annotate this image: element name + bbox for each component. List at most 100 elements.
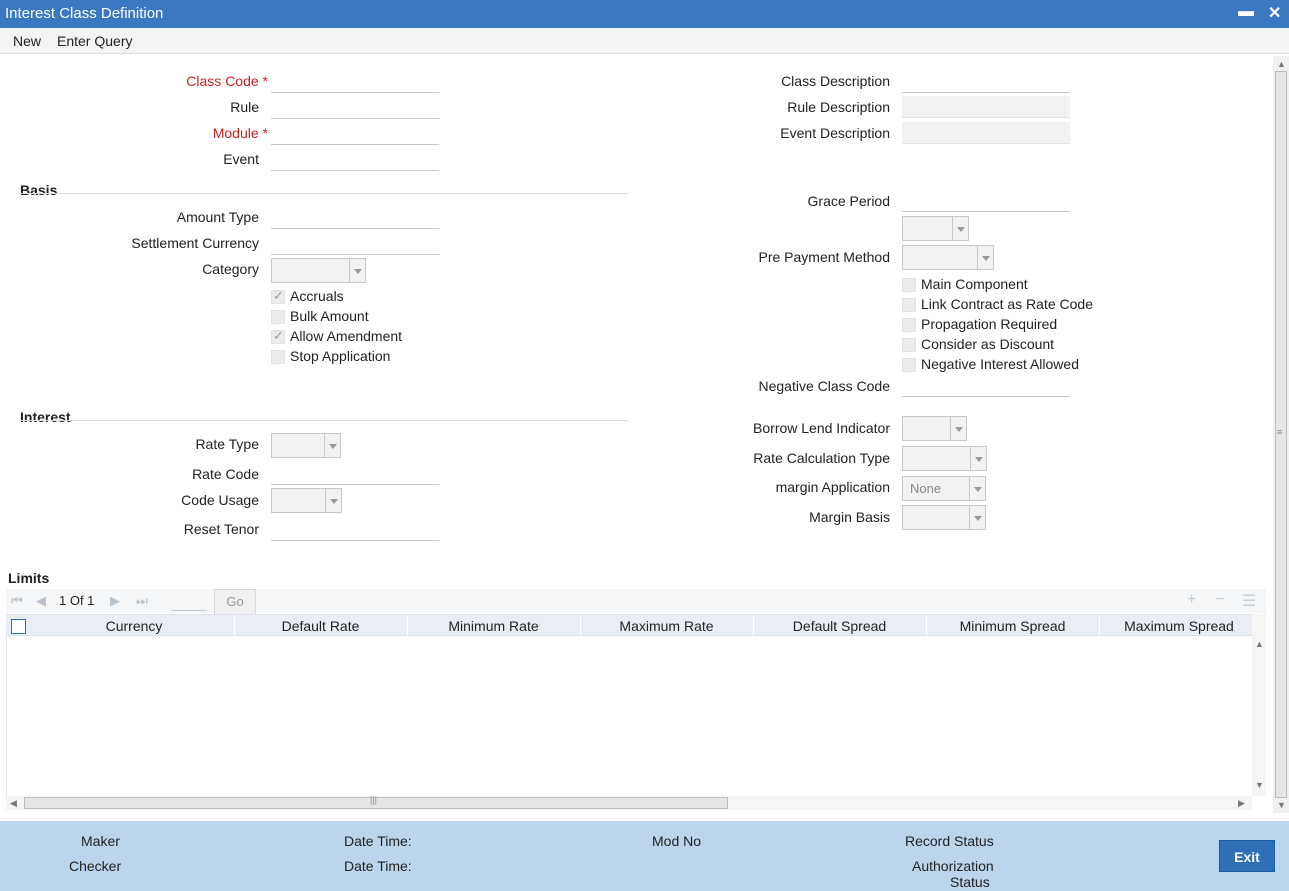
pre-payment-method-select[interactable] — [902, 245, 994, 270]
rate-type-select[interactable] — [271, 433, 341, 458]
settlement-currency-field[interactable] — [271, 233, 439, 255]
stop-application-checkbox[interactable] — [271, 350, 285, 364]
column-maximum-rate[interactable]: Maximum Rate — [580, 618, 753, 634]
horizontal-scroll-thumb[interactable]: ||| — [24, 795, 728, 809]
next-page-icon[interactable]: ▶ — [110, 593, 120, 609]
column-default-spread[interactable]: Default Spread — [753, 618, 926, 634]
previous-page-icon[interactable]: ◀ — [36, 593, 46, 609]
authorization-status-label: Status — [950, 874, 990, 890]
pre-payment-method-label: Pre Payment Method — [758, 249, 890, 265]
chevron-down-icon — [324, 434, 340, 457]
scroll-right-icon[interactable]: ▶ — [1238, 798, 1245, 809]
rate-code-field[interactable] — [271, 463, 439, 485]
column-minimum-spread[interactable]: Minimum Spread — [926, 618, 1099, 634]
chevron-down-icon — [952, 217, 968, 240]
rule-field[interactable] — [271, 97, 439, 119]
close-icon[interactable]: ✕ — [1268, 3, 1281, 23]
grid-vertical-scrollbar[interactable]: ▲ ▼ — [1252, 614, 1266, 796]
page-vertical-scrollbar[interactable]: ▲ ≡ ▼ — [1273, 56, 1289, 813]
menu-new[interactable]: New — [13, 33, 41, 49]
rule-description-field — [902, 96, 1070, 118]
class-description-label: Class Description — [781, 73, 890, 89]
limits-grid-body — [6, 636, 1252, 796]
borrow-lend-indicator-label: Borrow Lend Indicator — [753, 420, 890, 436]
chevron-down-icon — [349, 259, 365, 282]
grace-period-field[interactable] — [902, 190, 1070, 212]
view-row-icon[interactable]: ☰ — [1242, 591, 1256, 611]
consider-as-discount-checkbox[interactable] — [902, 338, 916, 352]
column-currency[interactable]: Currency — [34, 618, 234, 634]
grid-horizontal-scrollbar[interactable]: ◀ ||| ▶ — [6, 795, 1252, 810]
go-button[interactable]: Go — [214, 589, 256, 615]
mod-no-label: Mod No — [652, 833, 702, 849]
column-default-rate[interactable]: Default Rate — [234, 618, 407, 634]
window-title: Interest Class Definition — [5, 5, 164, 22]
menu-bar: New Enter Query — [0, 28, 1289, 54]
reset-tenor-field[interactable] — [271, 519, 439, 541]
title-bar: Interest Class Definition ▬ ✕ — [0, 0, 1289, 28]
limits-grid-toolbar: ⏮ ◀ 1 Of 1 ▶ ⏭ Go + − ☰ — [6, 589, 1266, 615]
margin-application-select[interactable]: None — [902, 476, 986, 501]
minimize-icon[interactable]: ▬ — [1238, 3, 1254, 21]
chevron-down-icon — [969, 506, 985, 529]
vertical-scroll-thumb[interactable]: ≡ — [1275, 71, 1287, 798]
class-code-field[interactable] — [271, 71, 439, 93]
rule-description-label: Rule Description — [787, 99, 890, 115]
rate-code-label: Rate Code — [192, 466, 259, 482]
margin-application-value: None — [910, 481, 942, 496]
scroll-up-icon[interactable]: ▲ — [1277, 59, 1286, 69]
add-row-icon[interactable]: + — [1187, 591, 1196, 609]
module-label: Module * — [212, 125, 268, 141]
maker-date-time-label: Date Time: — [344, 833, 412, 849]
grip-icon: ≡ — [1277, 427, 1283, 437]
rate-type-label: Rate Type — [195, 436, 259, 452]
exit-button[interactable]: Exit — [1219, 840, 1275, 872]
scroll-left-icon[interactable]: ◀ — [10, 798, 17, 809]
grace-period-unit-select[interactable] — [902, 216, 969, 241]
negative-class-code-label: Negative Class Code — [758, 378, 890, 394]
class-description-field[interactable] — [902, 71, 1070, 93]
chevron-down-icon — [970, 447, 986, 470]
negative-interest-checkbox[interactable] — [902, 358, 916, 372]
interest-divider — [20, 420, 628, 421]
main-component-label: Main Component — [921, 276, 1028, 292]
module-field[interactable] — [271, 123, 439, 145]
code-usage-select[interactable] — [271, 488, 342, 513]
bulk-amount-checkbox[interactable] — [271, 310, 285, 324]
amount-type-field[interactable] — [271, 207, 439, 229]
allow-amendment-checkbox[interactable] — [271, 328, 285, 344]
last-page-icon[interactable]: ⏭ — [136, 593, 148, 609]
propagation-required-checkbox[interactable] — [902, 318, 916, 332]
rate-calculation-type-label: Rate Calculation Type — [753, 450, 890, 466]
rate-calculation-type-select[interactable] — [902, 446, 987, 471]
column-maximum-spread[interactable]: Maximum Spread — [1099, 618, 1259, 634]
main-component-checkbox[interactable] — [902, 278, 916, 292]
link-contract-checkbox[interactable] — [902, 298, 916, 312]
checker-label: Checker — [69, 858, 122, 874]
authorization-label: Authorization — [912, 858, 994, 874]
class-code-label: Class Code * — [186, 73, 268, 89]
negative-class-code-field[interactable] — [902, 375, 1070, 397]
select-all-checkbox[interactable] — [11, 619, 26, 634]
scroll-down-icon[interactable]: ▼ — [1277, 800, 1286, 810]
scroll-down-icon[interactable]: ▼ — [1255, 780, 1264, 790]
basis-section-title: Basis — [20, 182, 58, 198]
borrow-lend-indicator-select[interactable] — [902, 416, 967, 441]
menu-enter-query[interactable]: Enter Query — [57, 33, 132, 49]
reset-tenor-label: Reset Tenor — [183, 521, 259, 537]
scroll-up-icon[interactable]: ▲ — [1255, 639, 1264, 649]
margin-basis-select[interactable] — [902, 505, 986, 530]
page-number-input[interactable] — [171, 593, 207, 611]
category-select[interactable] — [271, 258, 366, 283]
record-status-label: Record Status — [905, 833, 994, 849]
column-minimum-rate[interactable]: Minimum Rate — [407, 618, 580, 634]
event-field[interactable] — [271, 149, 439, 171]
chevron-down-icon — [950, 417, 966, 440]
first-page-icon[interactable]: ⏮ — [11, 593, 23, 609]
accruals-checkbox[interactable] — [271, 288, 285, 304]
delete-row-icon[interactable]: − — [1215, 591, 1224, 609]
chevron-down-icon — [325, 489, 341, 512]
accruals-label: Accruals — [290, 288, 344, 304]
event-description-field — [902, 122, 1070, 144]
bulk-amount-label: Bulk Amount — [290, 308, 369, 324]
